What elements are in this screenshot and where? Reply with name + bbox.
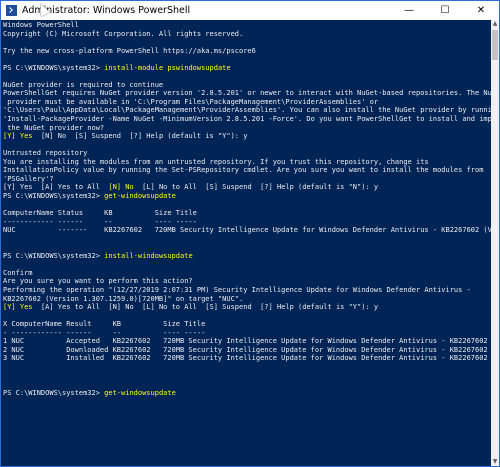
output-text: 3 NUC Installed KB2267602 720MB Security…: [3, 354, 491, 363]
command-text: install-windowsupdate: [104, 251, 193, 260]
close-button[interactable]: ✕: [463, 1, 499, 20]
console-line: NuGet provider is required to continue: [3, 81, 491, 90]
console-line: ------------ ------ -- ---- -----: [3, 218, 491, 227]
console-line: [Y] Yes [A] Yes to All [N] No [L] No to …: [3, 303, 491, 312]
output-text: PS C:\WINDOWS\system32>: [3, 388, 105, 397]
console-line: Untrusted repository: [3, 149, 491, 158]
command-text: [Y] Yes: [3, 303, 33, 312]
console-line: Performing the operation "(12/27/2019 2:…: [3, 286, 491, 295]
output-text: 'Install-PackageProvider -Name NuGet -Mi…: [3, 115, 491, 124]
output-text: Windows PowerShell: [3, 21, 79, 29]
maximize-button[interactable]: ☐: [427, 1, 463, 20]
output-text: ComputerName Status KB Size Title: [3, 209, 197, 218]
output-text: KB2267602 (Version 1.307.1259.0)[720MB]"…: [3, 294, 244, 303]
output-text: Try the new cross-platform PowerShell ht…: [3, 46, 256, 55]
output-text: NuGet provider is required to continue: [3, 80, 164, 89]
output-text: Untrusted repository: [3, 149, 88, 158]
console-line: - ------------ ------ -- ---- -----: [3, 329, 491, 338]
console-line: X ComputerName Result KB Size Title: [3, 320, 491, 329]
output-text: 2 NUC Downloaded KB2267602 720MB Securit…: [3, 345, 491, 354]
console-line: 2 NUC Downloaded KB2267602 720MB Securit…: [3, 346, 491, 355]
console-line: 1 NUC Accepted KB2267602 720MB Security …: [3, 337, 491, 346]
console-line: Windows PowerShell: [3, 21, 491, 30]
output-text: PowerShellGet requires NuGet provider ve…: [3, 89, 491, 98]
scroll-up-arrow-icon[interactable]: ▲: [491, 20, 499, 28]
output-text: Copyright (C) Microsoft Corporation. All…: [3, 29, 244, 38]
output-text: [A] Yes to All [N] No [L] No to All [S] …: [32, 303, 379, 312]
console-line: [Y] Yes [A] Yes to All [N] No [L] No to …: [3, 183, 491, 192]
console-line: [Y] Yes [N] No [S] Suspend [?] Help (def…: [3, 132, 491, 141]
console-line: KB2267602 (Version 1.307.1259.0)[720MB]"…: [3, 295, 491, 304]
output-text: PS C:\WINDOWS\system32>: [3, 251, 105, 260]
output-text: - ------------ ------ -- ---- -----: [3, 328, 206, 337]
console-line: Copyright (C) Microsoft Corporation. All…: [3, 30, 491, 39]
scroll-thumb[interactable]: [492, 30, 498, 60]
console-line: 'Install-PackageProvider -Name NuGet -Mi…: [3, 115, 491, 124]
console-line: InstallationPolicy value by running the …: [3, 166, 491, 175]
output-text: 'C:\Users\Paul\AppData\Local\PackageMana…: [3, 106, 491, 115]
command-text: get-windowsupdate: [104, 191, 176, 200]
output-text: 'PSGallery'?: [3, 174, 54, 183]
console-line: NUC ------- KB2267602 720MB Security Int…: [3, 226, 491, 235]
output-text: PS C:\WINDOWS\system32>: [3, 63, 105, 72]
output-text: You are installing the modules from an u…: [3, 157, 429, 166]
output-text: the NuGet provider now?: [3, 123, 105, 132]
output-text: NUC ------- KB2267602 720MB Security Int…: [3, 226, 491, 235]
output-text: [N] No [S] Suspend [?] Help (default is …: [32, 132, 248, 141]
scroll-down-arrow-icon[interactable]: ▼: [491, 458, 499, 466]
console-line: Confirm: [3, 269, 491, 278]
console-line: the NuGet provider now?: [3, 124, 491, 133]
output-text: Performing the operation "(12/27/2019 2:…: [3, 285, 471, 294]
output-text: 1 NUC Accepted KB2267602 720MB Security …: [3, 337, 491, 346]
output-text: InstallationPolicy value by running the …: [3, 166, 484, 175]
window-controls: — ☐ ✕: [391, 1, 499, 20]
output-text: provider must be available in 'C:\Progra…: [3, 97, 379, 106]
powershell-window: Administrator: Windows PowerShell — ☐ ✕ …: [0, 0, 500, 467]
output-text: ------------ ------ -- ---- -----: [3, 217, 197, 226]
console-line: 3 NUC Installed KB2267602 720MB Security…: [3, 354, 491, 363]
output-text: [Y] Yes [A] Yes to All: [3, 183, 109, 192]
command-text: install-module pswindowsupdate: [104, 63, 231, 72]
console-line: ComputerName Status KB Size Title: [3, 209, 491, 218]
console-line: You are installing the modules from an u…: [3, 158, 491, 167]
window-title: Administrator: Windows PowerShell: [22, 5, 191, 16]
output-text: X ComputerName Result KB Size Title: [3, 320, 206, 329]
console-line: Are you sure you want to perform this ac…: [3, 277, 491, 286]
console-line: Try the new cross-platform PowerShell ht…: [3, 47, 491, 56]
console-line: PS C:\WINDOWS\system32> get-windowsupdat…: [3, 389, 491, 398]
output-text: [L] No to All [S] Suspend [?] Help (defa…: [133, 183, 379, 192]
powershell-icon: [6, 5, 17, 16]
output-text: Are you sure you want to perform this ac…: [3, 277, 193, 286]
title-bar[interactable]: Administrator: Windows PowerShell — ☐ ✕: [1, 1, 499, 20]
console-line: 'PSGallery'?: [3, 175, 491, 184]
console-line: 'C:\Users\Paul\AppData\Local\PackageMana…: [3, 106, 491, 115]
minimize-button[interactable]: —: [391, 1, 427, 20]
command-text: get-windowsupdate: [104, 388, 176, 397]
command-text: [N] No: [108, 183, 134, 192]
console-output[interactable]: Windows PowerShell Copyright (C) Microsof…: [1, 20, 491, 466]
console-line: PowerShellGet requires NuGet provider ve…: [3, 89, 491, 98]
output-text: PS C:\WINDOWS\system32>: [3, 191, 105, 200]
command-text: [Y] Yes: [3, 132, 33, 141]
console-line: PS C:\WINDOWS\system32> install-windowsu…: [3, 252, 491, 261]
console-line: PS C:\WINDOWS\system32> get-windowsupdat…: [3, 192, 491, 201]
console-line: provider must be available in 'C:\Progra…: [3, 98, 491, 107]
output-text: Confirm: [3, 268, 33, 277]
console-line: PS C:\WINDOWS\system32> install-module p…: [3, 64, 491, 73]
vertical-scrollbar[interactable]: ▲ ▼: [491, 20, 499, 466]
